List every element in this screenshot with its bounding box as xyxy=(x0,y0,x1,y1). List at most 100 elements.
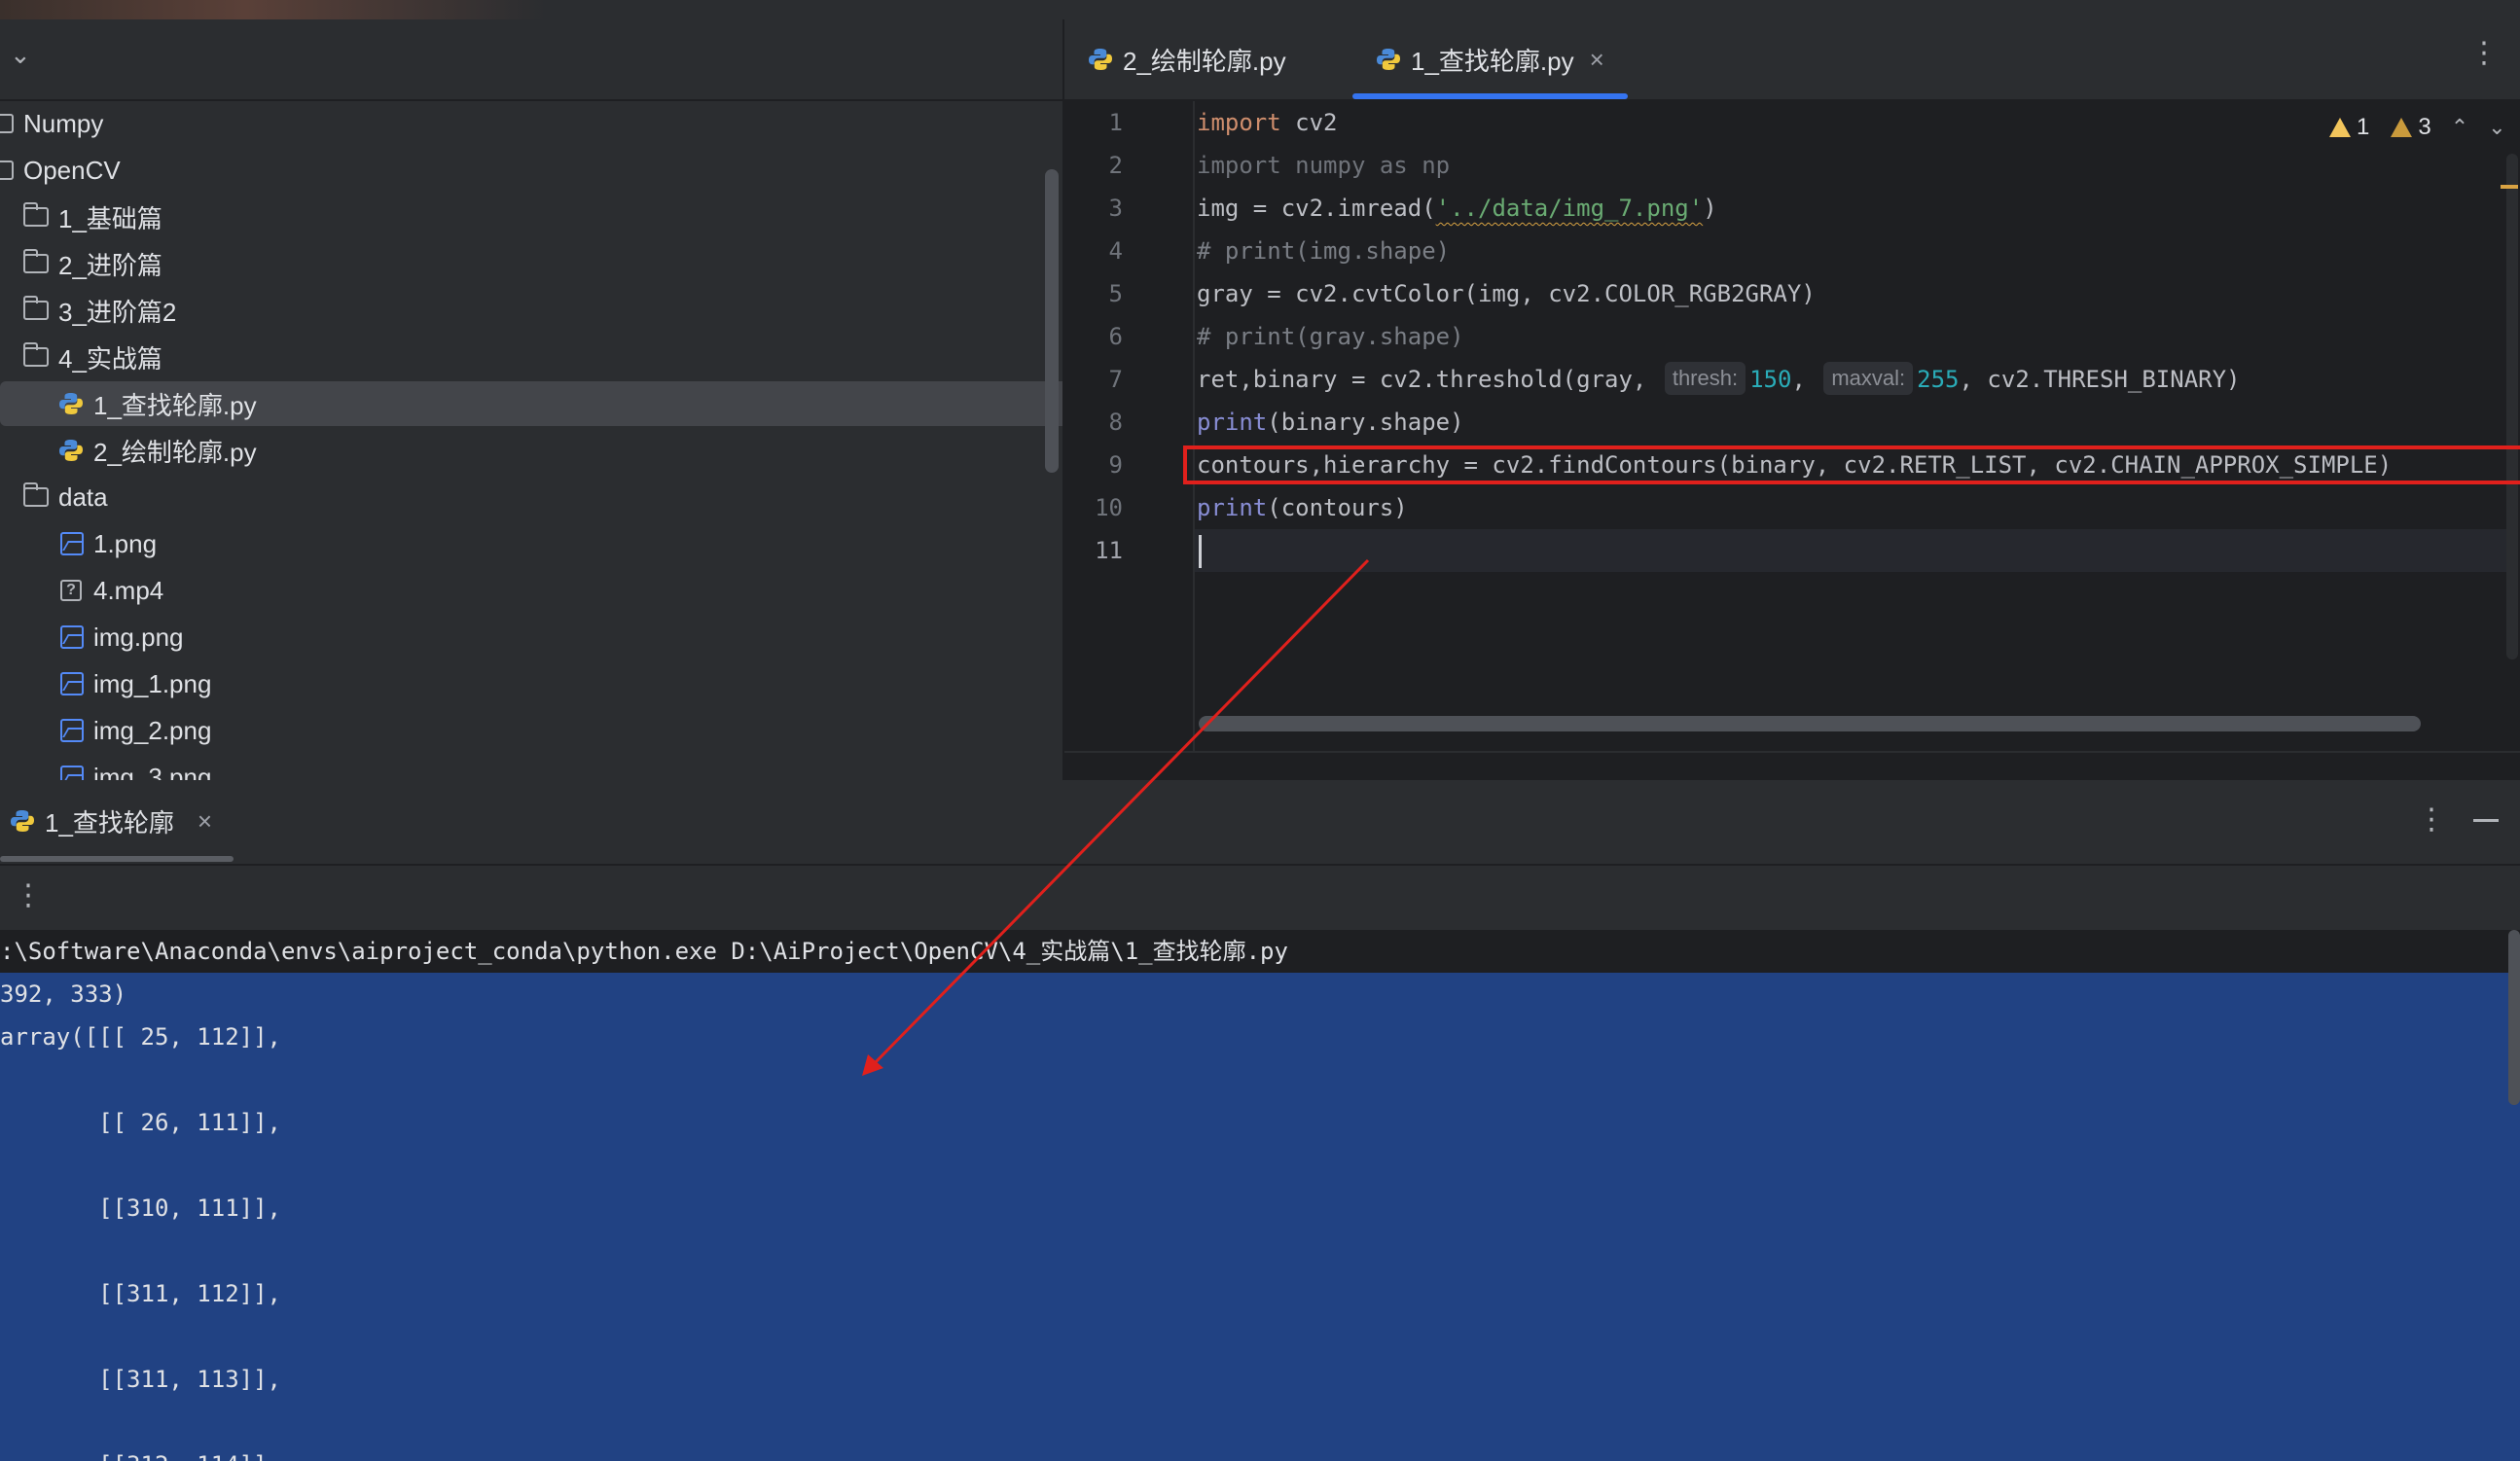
inspection-widget[interactable]: 1 3 ⌃ ⌄ xyxy=(2329,111,2506,144)
tree-item-opencv[interactable]: OpenCV xyxy=(0,148,1037,193)
chevron-down-icon[interactable]: ⌄ xyxy=(2488,115,2505,140)
more-options-icon[interactable]: ⋮ xyxy=(14,881,43,910)
more-options-icon[interactable]: ⋮ xyxy=(2469,39,2499,68)
more-options-icon[interactable]: ⋮ xyxy=(2417,805,2446,835)
tab-label: 1_查找轮廓.py xyxy=(1411,46,1574,76)
run-toolbar: ⋮ xyxy=(0,866,2520,930)
run-panel: 1_查找轮廓 × ⋮ ⋮ :\Software\Anaconda\envs\ai… xyxy=(0,780,2520,1461)
python-file-icon xyxy=(59,393,83,414)
editor-divider xyxy=(1064,751,2520,753)
minimize-icon[interactable] xyxy=(2473,819,2499,822)
tab-find-contours[interactable]: 1_查找轮廓.py × xyxy=(1352,19,1628,99)
line-number: 5 xyxy=(1108,280,1123,307)
line-number: 9 xyxy=(1108,451,1123,479)
tree-item-draw-contours-py[interactable]: 2_绘制轮廓.py xyxy=(0,428,1062,473)
folder-icon xyxy=(23,296,49,320)
console-command-line: :\Software\Anaconda\envs\aiproject_conda… xyxy=(0,938,1288,965)
tree-item-label: 4_实战篇 xyxy=(58,343,162,374)
console-scrollbar[interactable] xyxy=(2508,930,2520,1105)
line-number: 2 xyxy=(1108,152,1123,179)
python-file-icon xyxy=(1089,49,1112,70)
tree-item-data[interactable]: data xyxy=(0,475,1061,519)
folder-icon xyxy=(23,202,49,227)
tree-item-1-png[interactable]: 1.png xyxy=(0,521,1062,566)
close-icon[interactable]: × xyxy=(198,806,212,837)
python-file-icon xyxy=(1377,49,1400,70)
project-scrollbar[interactable] xyxy=(1045,169,1059,473)
image-file-icon xyxy=(60,719,84,742)
tree-item-label: 4.mp4 xyxy=(93,575,164,605)
tree-item-label: 2_进阶篇 xyxy=(58,250,162,280)
chevron-down-icon[interactable]: ⌄ xyxy=(10,42,33,67)
run-tab-underline xyxy=(0,856,234,862)
image-file-icon xyxy=(60,672,84,695)
code-line: print(contours) xyxy=(1197,494,1408,521)
current-line-highlight xyxy=(1064,529,2508,572)
python-file-icon xyxy=(59,440,83,461)
code-line: ret,binary = cv2.threshold(gray, thresh:… xyxy=(1197,358,2241,401)
project-panel-header: ⌄ xyxy=(0,19,1062,101)
folder-icon xyxy=(23,482,49,507)
tree-item-advanced-2[interactable]: 3_进阶篇2 xyxy=(0,288,1061,333)
line-number: 4 xyxy=(1108,237,1123,265)
tree-item-label: 3_进阶篇2 xyxy=(58,297,177,327)
console-line: [[310, 111]], xyxy=(0,1194,281,1222)
tree-item-label: 1_基础篇 xyxy=(58,203,162,233)
tree-item-numpy[interactable]: Numpy xyxy=(0,101,1037,146)
tree-item-label: img_2.png xyxy=(93,715,212,745)
tree-item-find-contours-py[interactable]: 1_查找轮廓.py xyxy=(0,381,1062,426)
tab-draw-contours[interactable]: 2_绘制轮廓.py xyxy=(1088,19,1286,99)
unknown-file-icon: ? xyxy=(60,580,82,601)
tree-item-basics[interactable]: 1_基础篇 xyxy=(0,195,1061,239)
run-tab-find-contours[interactable]: 1_查找轮廓 × xyxy=(10,780,212,862)
console-output[interactable]: :\Software\Anaconda\envs\aiproject_conda… xyxy=(0,930,2520,1461)
error-icon xyxy=(2329,118,2351,137)
image-file-icon xyxy=(60,532,84,555)
tree-item-label: 2_绘制轮廓.py xyxy=(93,437,257,467)
warning-count: 3 xyxy=(2418,114,2431,140)
image-file-icon xyxy=(60,625,84,649)
python-file-icon xyxy=(11,810,34,832)
folder-icon xyxy=(23,249,49,273)
line-number-gutter: 1 2 3 4 5 6 7 8 9 10 11 xyxy=(1064,101,1195,751)
line-number: 6 xyxy=(1108,323,1123,350)
tab-label: 2_绘制轮廓.py xyxy=(1123,46,1286,76)
ide-window: ⌄ Numpy OpenCV 1_基础篇 2_进阶篇 3_进阶篇2 4_实战篇 … xyxy=(0,0,2520,1461)
tree-item-label: 1_查找轮廓.py xyxy=(93,390,257,420)
code-editor: 2_绘制轮廓.py 1_查找轮廓.py × ⋮ 1 2 3 4 5 6 7 8 … xyxy=(1064,19,2520,780)
tree-item-practice[interactable]: 4_实战篇 xyxy=(0,335,1061,379)
tree-item-img-3-png[interactable]: img_3.png xyxy=(0,755,1062,780)
console-selection xyxy=(0,973,2520,1461)
text-caret xyxy=(1199,535,1202,568)
warning-stripe-marker[interactable] xyxy=(2501,185,2518,189)
console-line: [[ 26, 111]], xyxy=(0,1109,281,1136)
tree-item-img-2-png[interactable]: img_2.png xyxy=(0,708,1062,753)
tree-item-label: img.png xyxy=(93,622,184,652)
console-line: [[311, 112]], xyxy=(0,1280,281,1307)
tree-item-label: 1.png xyxy=(93,528,158,558)
close-icon[interactable]: × xyxy=(1590,45,1604,75)
tree-item-label: OpenCV xyxy=(23,155,121,185)
code-line: import numpy as np xyxy=(1197,152,1451,179)
tree-item-4-mp4[interactable]: ? 4.mp4 xyxy=(0,568,1062,613)
tree-item-advanced[interactable]: 2_进阶篇 xyxy=(0,241,1061,286)
tree-item-img-1-png[interactable]: img_1.png xyxy=(0,661,1062,706)
error-count: 1 xyxy=(2357,114,2370,140)
inlay-hint: maxval: xyxy=(1823,362,1914,395)
editor-vertical-scrollbar[interactable] xyxy=(2506,154,2518,659)
console-line: 392, 333) xyxy=(0,980,127,1008)
line-number: 8 xyxy=(1108,409,1123,436)
window-top-strip xyxy=(0,0,2520,20)
warning-icon xyxy=(2391,118,2413,137)
run-tab-label: 1_查找轮廓 xyxy=(45,807,174,837)
line-number: 1 xyxy=(1108,109,1123,136)
editor-tab-bar: 2_绘制轮廓.py 1_查找轮廓.py × ⋮ xyxy=(1064,19,2520,101)
folder-icon xyxy=(0,114,14,133)
tree-item-img-png[interactable]: img.png xyxy=(0,615,1062,659)
line-number: 7 xyxy=(1108,366,1123,393)
chevron-up-icon[interactable]: ⌃ xyxy=(2451,115,2468,140)
editor-horizontal-scrollbar[interactable] xyxy=(1199,716,2421,731)
code-line: print(binary.shape) xyxy=(1197,409,1464,436)
tree-item-label: data xyxy=(58,481,108,512)
annotation-highlight-box xyxy=(1183,445,2520,484)
